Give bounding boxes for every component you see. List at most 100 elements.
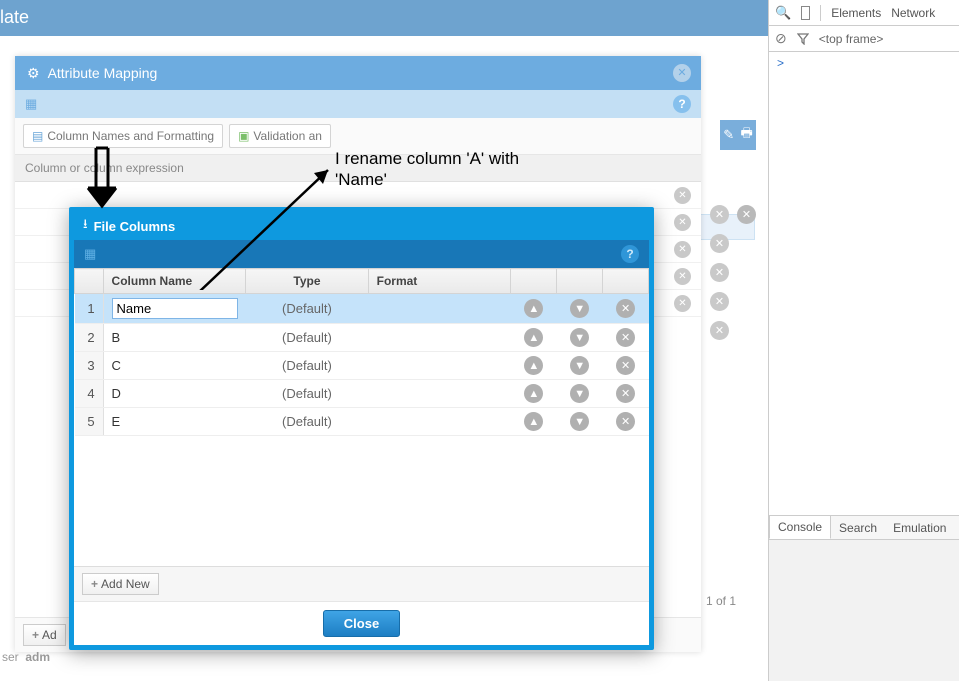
attribute-mapping-toolbar: ▤ Column Names and Formatting ▣ Validati…: [15, 118, 701, 155]
delete-icon[interactable]: ✕: [674, 268, 691, 285]
format-header[interactable]: Format: [368, 269, 511, 294]
type-cell[interactable]: (Default): [246, 408, 368, 436]
delete-cell: ✕: [603, 352, 649, 380]
column-names-label: Column Names and Formatting: [47, 129, 214, 143]
help-icon[interactable]: ?: [673, 95, 691, 113]
delete-icon[interactable]: ✕: [674, 187, 691, 204]
format-cell[interactable]: [368, 294, 511, 324]
type-cell[interactable]: (Default): [246, 294, 368, 324]
tab-elements[interactable]: Elements: [831, 6, 881, 20]
add-new-button[interactable]: + Add New: [82, 573, 159, 595]
move-up-cell: ▲: [511, 380, 557, 408]
arrow-up-icon[interactable]: ▲: [524, 384, 543, 403]
row-index: 3: [75, 352, 104, 380]
add-button[interactable]: + Ad: [23, 624, 66, 646]
attribute-mapping-header[interactable]: ⚙ Attribute Mapping ✕: [15, 56, 701, 90]
tab-console[interactable]: Console: [769, 516, 831, 539]
plus-icon: +: [32, 628, 39, 642]
delete-cell: ✕: [603, 380, 649, 408]
delete-icon[interactable]: ✕: [616, 356, 635, 375]
file-columns-table: Column Name Type Format 1(Default)▲▼✕2B(…: [74, 268, 649, 436]
devtools-console[interactable]: >: [769, 52, 959, 515]
table-row[interactable]: ✕: [15, 182, 701, 209]
tab-network[interactable]: Network: [891, 6, 935, 20]
column-name-header[interactable]: Column Name: [103, 269, 246, 294]
tab-rendering[interactable]: Rend: [954, 517, 959, 539]
delete-icon[interactable]: ✕: [710, 234, 729, 253]
move-up-cell: ▲: [511, 324, 557, 352]
delete-icon[interactable]: ✕: [674, 214, 691, 231]
file-columns-modal: ⭳ File Columns ▦ ? Column Name Type Form…: [69, 207, 654, 650]
validation-button[interactable]: ▣ Validation an: [229, 124, 331, 148]
grid-icon[interactable]: ▦: [84, 246, 96, 261]
arrow-down-icon[interactable]: ▼: [570, 412, 589, 431]
delete-icon[interactable]: ✕: [710, 263, 729, 282]
search-icon[interactable]: 🔍: [775, 5, 791, 21]
close-button[interactable]: Close: [323, 610, 400, 637]
help-icon[interactable]: ?: [621, 245, 639, 263]
arrow-down-icon[interactable]: ▼: [570, 384, 589, 403]
type-cell[interactable]: (Default): [246, 352, 368, 380]
table-row[interactable]: 2B(Default)▲▼✕: [75, 324, 649, 352]
grid-icon[interactable]: ▦: [25, 96, 37, 111]
arrow-up-icon[interactable]: ▲: [524, 328, 543, 347]
user-label: ser: [2, 650, 19, 664]
user-info: ser adm: [0, 650, 50, 664]
delete-icon[interactable]: ✕: [616, 299, 635, 318]
arrow-down-icon[interactable]: ▼: [570, 299, 589, 318]
download-icon: ⭳: [83, 215, 88, 237]
arrow-down-icon[interactable]: ▼: [570, 328, 589, 347]
delete-icon[interactable]: ✕: [616, 412, 635, 431]
delete-icon[interactable]: ✕: [710, 292, 729, 311]
type-header[interactable]: Type: [246, 269, 368, 294]
format-cell[interactable]: [368, 380, 511, 408]
delete-icon[interactable]: ✕: [710, 205, 729, 224]
clear-icon[interactable]: ⊘: [775, 30, 787, 47]
delete-icon[interactable]: ✕: [737, 205, 756, 224]
table-row[interactable]: 4D(Default)▲▼✕: [75, 380, 649, 408]
delete-icon[interactable]: ✕: [674, 241, 691, 258]
devtools-toolbar: 🔍 Elements Network: [769, 0, 959, 26]
delete-icon[interactable]: ✕: [710, 321, 729, 340]
arrow-up-icon[interactable]: ▲: [524, 299, 543, 318]
close-icon[interactable]: ✕: [673, 64, 691, 82]
device-icon[interactable]: [801, 6, 810, 20]
type-cell[interactable]: (Default): [246, 324, 368, 352]
table-row[interactable]: 5E(Default)▲▼✕: [75, 408, 649, 436]
column-name-cell[interactable]: E: [103, 408, 246, 436]
format-cell[interactable]: [368, 408, 511, 436]
tab-search[interactable]: Search: [831, 517, 885, 539]
file-columns-title: File Columns: [94, 219, 176, 234]
type-cell[interactable]: (Default): [246, 380, 368, 408]
table-row[interactable]: 1(Default)▲▼✕: [75, 294, 649, 324]
frame-selector[interactable]: <top frame>: [819, 32, 884, 46]
delete-icon[interactable]: ✕: [616, 328, 635, 347]
column-names-button[interactable]: ▤ Column Names and Formatting: [23, 124, 223, 148]
arrow-up-icon[interactable]: ▲: [524, 356, 543, 375]
index-header[interactable]: [75, 269, 104, 294]
check-icon: ▣: [238, 129, 249, 143]
devtools-drawer: Console Search Emulation Rend: [769, 515, 959, 681]
format-cell[interactable]: [368, 324, 511, 352]
delete-icon[interactable]: ✕: [616, 384, 635, 403]
filter-icon[interactable]: [797, 33, 809, 45]
column-name-input[interactable]: [112, 298, 238, 319]
column-name-cell[interactable]: D: [103, 380, 246, 408]
arrow-up-icon[interactable]: ▲: [524, 412, 543, 431]
file-columns-header[interactable]: ⭳ File Columns: [73, 211, 650, 241]
arrow-down-icon[interactable]: ▼: [570, 356, 589, 375]
tab-emulation[interactable]: Emulation: [885, 517, 954, 539]
delete-icon[interactable]: ✕: [674, 295, 691, 312]
format-cell[interactable]: [368, 352, 511, 380]
paging-info: 1 of 1: [706, 594, 746, 608]
move-up-cell: ▲: [511, 352, 557, 380]
column-name-cell[interactable]: [103, 294, 246, 324]
print-icon[interactable]: 🖶: [741, 124, 753, 146]
list-icon: ▤: [32, 129, 43, 143]
file-columns-button-bar: Close: [74, 601, 649, 645]
table-row[interactable]: 3C(Default) ▲ ▼ ✕: [75, 352, 649, 380]
action-header: [603, 269, 649, 294]
pencil-icon[interactable]: ✎: [723, 127, 734, 143]
column-name-cell[interactable]: C: [103, 352, 246, 380]
column-name-cell[interactable]: B: [103, 324, 246, 352]
